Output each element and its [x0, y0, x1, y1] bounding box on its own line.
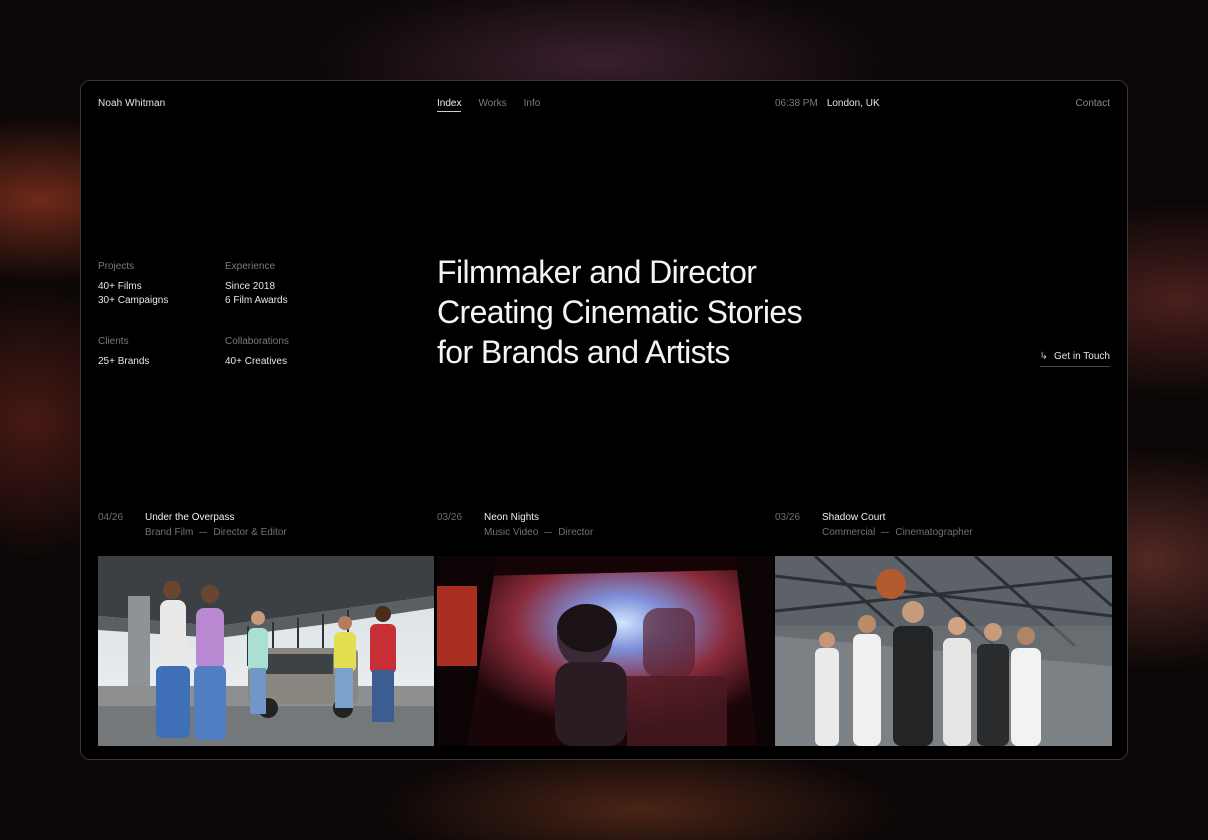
- work-title[interactable]: Under the Overpass: [145, 512, 235, 523]
- separator-dash: [199, 532, 208, 533]
- location-text: London, UK: [826, 98, 880, 109]
- work-meta: 03/26 Shadow Court Commercial Cinematogr…: [775, 511, 1111, 557]
- overpass-scene-image: [98, 556, 434, 746]
- separator-dash: [881, 532, 890, 533]
- stat-label: Collaborations: [225, 336, 289, 347]
- get-in-touch-button[interactable]: ↳ Get in Touch: [1039, 351, 1110, 367]
- work-date: 04/26: [98, 512, 124, 523]
- work-category: Commercial: [822, 527, 876, 538]
- work-item[interactable]: 03/26 Shadow Court Commercial Cinematogr…: [775, 511, 1111, 557]
- stat-value: 6 Film Awards: [225, 295, 288, 306]
- browser-frame: Noah Whitman Index Works Info 06:38 PM L…: [80, 80, 1128, 760]
- hero-line: for Brands and Artists: [437, 334, 730, 370]
- work-meta: 03/26 Neon Nights Music Video Director: [437, 511, 773, 557]
- work-role: Director: [558, 527, 594, 538]
- thumbnail-neon-nights[interactable]: [437, 556, 773, 746]
- nav-index[interactable]: Index: [437, 98, 462, 112]
- thumbnail-shadow-court[interactable]: [775, 556, 1112, 746]
- nav-works[interactable]: Works: [478, 98, 506, 112]
- nav-info[interactable]: Info: [524, 98, 541, 112]
- contact-link[interactable]: Contact: [1076, 98, 1110, 109]
- work-tags: Commercial Cinematographer: [822, 527, 973, 538]
- group-portrait-image: [775, 556, 1112, 746]
- main-nav: Index Works Info: [437, 98, 540, 112]
- stat-value: 40+ Creatives: [225, 356, 287, 367]
- work-role: Director & Editor: [213, 527, 287, 538]
- site-brand[interactable]: Noah Whitman: [98, 98, 165, 109]
- hero-heading: Filmmaker and Director Creating Cinemati…: [437, 252, 917, 372]
- stat-value: Since 2018: [225, 281, 276, 292]
- work-tags: Brand Film Director & Editor: [145, 527, 287, 538]
- work-date: 03/26: [437, 512, 463, 523]
- work-tags: Music Video Director: [484, 527, 593, 538]
- local-time: 06:38 PM London, UK: [775, 98, 880, 109]
- stat-label: Clients: [98, 336, 129, 347]
- stats-grid: Projects 40+ Films 30+ Campaigns Experie…: [98, 261, 352, 369]
- stat-label: Experience: [225, 261, 276, 272]
- work-category: Brand Film: [145, 527, 194, 538]
- work-title[interactable]: Neon Nights: [484, 512, 539, 523]
- work-date: 03/26: [775, 512, 801, 523]
- stat-clients: Clients 25+ Brands: [98, 336, 225, 369]
- stat-collaborations: Collaborations 40+ Creatives: [225, 336, 352, 369]
- cta-label: Get in Touch: [1054, 351, 1110, 362]
- stat-experience: Experience Since 2018 6 Film Awards: [225, 261, 352, 308]
- work-item[interactable]: 03/26 Neon Nights Music Video Director: [437, 511, 773, 557]
- stat-projects: Projects 40+ Films 30+ Campaigns: [98, 261, 225, 308]
- work-role: Cinematographer: [895, 527, 973, 538]
- time-text: 06:38 PM: [775, 98, 818, 109]
- separator-dash: [544, 532, 553, 533]
- work-title[interactable]: Shadow Court: [822, 512, 885, 523]
- car-interior-neon-image: [437, 556, 773, 746]
- thumbnail-under-the-overpass[interactable]: [98, 556, 434, 746]
- work-category: Music Video: [484, 527, 539, 538]
- stat-value: 30+ Campaigns: [98, 295, 169, 306]
- stat-label: Projects: [98, 261, 135, 272]
- work-meta: 04/26 Under the Overpass Brand Film Dire…: [98, 511, 434, 557]
- stat-value: 40+ Films: [98, 281, 142, 292]
- return-arrow-icon: ↳: [1039, 351, 1049, 362]
- hero-line: Creating Cinematic Stories: [437, 294, 803, 330]
- stat-value: 25+ Brands: [98, 356, 150, 367]
- work-item[interactable]: 04/26 Under the Overpass Brand Film Dire…: [98, 511, 434, 557]
- hero-line: Filmmaker and Director: [437, 254, 757, 290]
